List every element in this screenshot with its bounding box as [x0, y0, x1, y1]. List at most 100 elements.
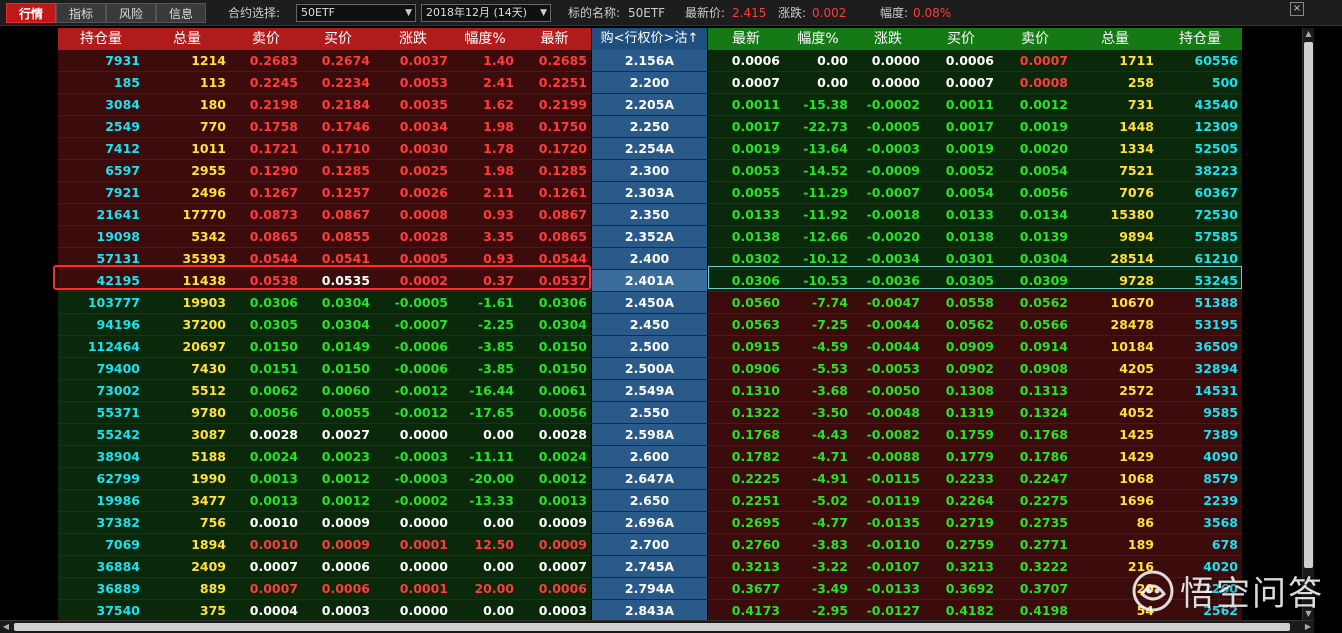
- table-row[interactable]: 19986 3477 0.0013 0.0012 -0.0002 -13.33 0.0013…: [0, 490, 1300, 512]
- strike-cell[interactable]: 2.794A: [592, 578, 707, 600]
- table-row[interactable]: 2549 770 0.1758 0.1746 0.0034 1.98 0.1750 2.250…: [0, 116, 1300, 138]
- close-icon[interactable]: ×: [1290, 2, 1304, 16]
- contract-select[interactable]: 50ETF ▼: [296, 4, 416, 22]
- strike-cell[interactable]: 2.450A: [592, 292, 707, 314]
- scroll-left-icon[interactable]: ◀: [0, 621, 12, 633]
- call-header-ask[interactable]: 卖价: [230, 28, 302, 50]
- call-header-volume[interactable]: 总量: [144, 28, 230, 50]
- table-row[interactable]: 37540 375 0.0004 0.0003 0.0000 0.00 0.0003 2.84…: [0, 600, 1300, 622]
- call-bid-cell: 0.0012: [302, 490, 374, 512]
- put-header-volume[interactable]: 总量: [1072, 28, 1158, 50]
- call-last-cell: 0.0009: [518, 534, 591, 556]
- strike-cell[interactable]: 2.550: [592, 402, 707, 424]
- table-row[interactable]: 73002 5512 0.0062 0.0060 -0.0012 -16.44 0.0061…: [0, 380, 1300, 402]
- strike-cell[interactable]: 2.650: [592, 490, 707, 512]
- table-row[interactable]: 7412 1011 0.1721 0.1710 0.0030 1.78 0.1720 2.25…: [0, 138, 1300, 160]
- table-row[interactable]: 38904 5188 0.0024 0.0023 -0.0003 -11.11 0.0024…: [0, 446, 1300, 468]
- strike-cell[interactable]: 2.700: [592, 534, 707, 556]
- put-percent-cell: -11.92: [784, 204, 852, 226]
- put-percent-cell: -7.74: [784, 292, 852, 314]
- call-bid-cell: 0.0003: [302, 600, 374, 622]
- table-row[interactable]: 79400 7430 0.0151 0.0150 -0.0006 -3.85 0.0150 2…: [0, 358, 1300, 380]
- table-row[interactable]: 62799 1990 0.0013 0.0012 -0.0003 -20.00 0.0012…: [0, 468, 1300, 490]
- strike-cell[interactable]: 2.303A: [592, 182, 707, 204]
- table-row[interactable]: 103777 19903 0.0306 0.0304 -0.0005 -1.61 0.030…: [0, 292, 1300, 314]
- put-percent-cell: -4.91: [784, 468, 852, 490]
- table-row[interactable]: 185 113 0.2245 0.2234 0.0053 2.41 0.2251 2.200 0…: [0, 72, 1300, 94]
- put-header-bid[interactable]: 买价: [924, 28, 998, 50]
- put-header-open-interest[interactable]: 持仓量: [1158, 28, 1242, 50]
- table-row[interactable]: 94196 37200 0.0305 0.0304 -0.0007 -2.25 0.0304…: [0, 314, 1300, 336]
- table-row[interactable]: 42195 11438 0.0538 0.0535 0.0002 0.37 0.0537 2.…: [0, 270, 1300, 292]
- strike-cell[interactable]: 2.549A: [592, 380, 707, 402]
- put-volume-cell: 9728: [1072, 270, 1158, 292]
- put-header-last[interactable]: 最新: [708, 28, 784, 50]
- table-row[interactable]: 57131 35393 0.0544 0.0541 0.0005 0.93 0.0544 2.…: [0, 248, 1300, 270]
- month-select[interactable]: 2018年12月 (14天) ▼: [421, 4, 551, 22]
- strike-header[interactable]: 购<行权价>沽↑: [592, 28, 707, 50]
- tab-risk[interactable]: 风险: [106, 3, 156, 23]
- strike-cell[interactable]: 2.254A: [592, 138, 707, 160]
- strike-cell[interactable]: 2.401A: [592, 270, 707, 292]
- strike-cell[interactable]: 2.205A: [592, 94, 707, 116]
- table-row[interactable]: 36884 2409 0.0007 0.0006 0.0000 0.00 0.0007 2.7…: [0, 556, 1300, 578]
- call-open-interest-cell: 62799: [58, 468, 144, 490]
- table-row[interactable]: 3084 180 0.2198 0.2184 0.0035 1.62 0.2199 2.205…: [0, 94, 1300, 116]
- strike-cell[interactable]: 2.500A: [592, 358, 707, 380]
- strike-cell[interactable]: 2.400: [592, 248, 707, 270]
- tab-info[interactable]: 信息: [156, 3, 206, 23]
- call-ask-cell: 0.0013: [230, 468, 302, 490]
- put-change-cell: -0.0005: [852, 116, 924, 138]
- table-row[interactable]: 21641 17770 0.0873 0.0867 0.0008 0.93 0.0867 2.…: [0, 204, 1300, 226]
- table-row[interactable]: 112464 20697 0.0150 0.0149 -0.0006 -3.85 0.015…: [0, 336, 1300, 358]
- put-header-change[interactable]: 涨跌: [852, 28, 924, 50]
- put-volume-cell: 7076: [1072, 182, 1158, 204]
- strike-cell[interactable]: 2.250: [592, 116, 707, 138]
- table-row[interactable]: 36889 889 0.0007 0.0006 0.0001 20.00 0.0006 2.7…: [0, 578, 1300, 600]
- put-header-ask[interactable]: 卖价: [998, 28, 1072, 50]
- table-row[interactable]: 55371 9780 0.0056 0.0055 -0.0012 -17.65 0.0056…: [0, 402, 1300, 424]
- scroll-up-icon[interactable]: ▲: [1303, 28, 1314, 40]
- strike-cell[interactable]: 2.450: [592, 314, 707, 336]
- scroll-thumb[interactable]: [1304, 42, 1313, 568]
- call-header-open-interest[interactable]: 持仓量: [58, 28, 144, 50]
- tab-indicator[interactable]: 指标: [56, 3, 106, 23]
- scroll-thumb[interactable]: [14, 623, 1290, 631]
- call-header-percent[interactable]: 幅度%: [452, 28, 518, 50]
- strike-cell[interactable]: 2.600: [592, 446, 707, 468]
- strike-cell[interactable]: 2.696A: [592, 512, 707, 534]
- strike-cell[interactable]: 2.647A: [592, 468, 707, 490]
- strike-cell[interactable]: 2.598A: [592, 424, 707, 446]
- call-last-cell: 0.2199: [518, 94, 591, 116]
- call-header-change[interactable]: 涨跌: [374, 28, 452, 50]
- table-row[interactable]: 6597 2955 0.1290 0.1285 0.0025 1.98 0.1285 2.30…: [0, 160, 1300, 182]
- table-row[interactable]: 7069 1894 0.0010 0.0009 0.0001 12.50 0.0009 2.7…: [0, 534, 1300, 556]
- put-ask-cell: 0.0007: [998, 50, 1072, 72]
- put-volume-cell: 28478: [1072, 314, 1158, 336]
- tab-market[interactable]: 行情: [6, 3, 56, 23]
- vertical-scrollbar[interactable]: ▲ ▼: [1302, 28, 1314, 620]
- call-header-bid[interactable]: 买价: [302, 28, 374, 50]
- table-row[interactable]: 55242 3087 0.0028 0.0027 0.0000 0.00 0.0028 2.5…: [0, 424, 1300, 446]
- put-last-cell: 0.0906: [708, 358, 784, 380]
- strike-cell[interactable]: 2.156A: [592, 50, 707, 72]
- strike-cell[interactable]: 2.200: [592, 72, 707, 94]
- table-row[interactable]: 7931 1214 0.2683 0.2674 0.0037 1.40 0.2685 2.15…: [0, 50, 1300, 72]
- table-row[interactable]: 37382 756 0.0010 0.0009 0.0000 0.00 0.0009 2.69…: [0, 512, 1300, 534]
- table-row[interactable]: 19098 5342 0.0865 0.0855 0.0028 3.35 0.0865 2.3…: [0, 226, 1300, 248]
- call-header-last[interactable]: 最新: [518, 28, 591, 50]
- call-change-cell: 0.0026: [374, 182, 452, 204]
- call-bid-cell: 0.0150: [302, 358, 374, 380]
- strike-cell[interactable]: 2.352A: [592, 226, 707, 248]
- strike-cell[interactable]: 2.745A: [592, 556, 707, 578]
- horizontal-scrollbar[interactable]: ◀ ▶: [0, 620, 1314, 633]
- put-open-interest-cell: 36509: [1158, 336, 1242, 358]
- put-header-percent[interactable]: 幅度%: [784, 28, 852, 50]
- strike-cell[interactable]: 2.350: [592, 204, 707, 226]
- strike-cell[interactable]: 2.300: [592, 160, 707, 182]
- table-row[interactable]: 7921 2496 0.1267 0.1257 0.0026 2.11 0.1261 2.30…: [0, 182, 1300, 204]
- scroll-right-icon[interactable]: ▶: [1302, 621, 1314, 633]
- strike-cell[interactable]: 2.500: [592, 336, 707, 358]
- put-last-cell: 0.0915: [708, 336, 784, 358]
- strike-cell[interactable]: 2.843A: [592, 600, 707, 622]
